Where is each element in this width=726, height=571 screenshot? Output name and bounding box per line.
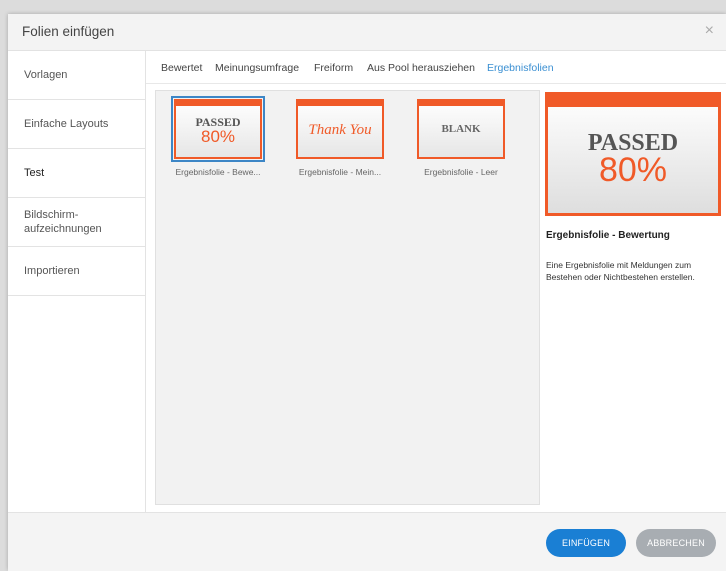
sidebar-item-label: Einfache Layouts [24, 118, 109, 130]
thumbnail-art-text: 80% [200, 127, 236, 146]
thumbnail-caption: Ergebnisfolie - Leer [424, 167, 498, 177]
slide-type-tabs: Bewertet Meinungsumfrage Freiform Aus Po… [146, 51, 726, 84]
sidebar-item-label: Vorlagen [24, 69, 68, 81]
sidebar-item-label: Test [24, 167, 45, 179]
thumbnail-thank-you[interactable]: Thank You Ergebnisfolie - Mein... [286, 99, 394, 177]
insert-button[interactable]: EINFÜGEN [546, 529, 626, 557]
sidebar-item-einfache-layouts[interactable]: Einfache Layouts [8, 100, 145, 149]
dialog-title: Folien einfügen [22, 24, 115, 39]
tab-freiform[interactable]: Freiform [314, 62, 353, 74]
preview-title: Ergebnisfolie - Bewertung [546, 230, 670, 241]
sidebar-item-importieren[interactable]: Importieren [8, 247, 145, 296]
thumbnail-passed[interactable]: PASSED 80% Ergebnisfolie - Bewe... [164, 96, 272, 177]
thumbnail-caption: Ergebnisfolie - Mein... [298, 167, 382, 177]
category-sidebar: Vorlagen Einfache Layouts Test Bildschir… [8, 51, 146, 512]
thumbnail-caption: Ergebnisfolie - Bewe... [175, 167, 261, 177]
tab-meinungsumfrage[interactable]: Meinungsumfrage [215, 62, 299, 74]
thumbnail-header-bar [176, 101, 260, 106]
slide-thumbnail-gallery: PASSED 80% Ergebnisfolie - Bewe... Thank… [155, 90, 540, 505]
tab-bewertet[interactable]: Bewertet [161, 62, 202, 74]
thumbnail-image: BLANK [417, 99, 505, 159]
sidebar-item-label: Importieren [24, 265, 80, 277]
thumbnail-image: Thank You [296, 99, 384, 159]
thumbnail-header-bar [419, 101, 503, 106]
close-icon[interactable]: × [705, 22, 714, 40]
insert-slides-dialog: Folien einfügen × Vorlagen Einfache Layo… [8, 14, 726, 571]
dialog-title-bar: Folien einfügen × [8, 14, 726, 51]
dialog-footer: EINFÜGEN ABBRECHEN [8, 512, 726, 571]
tab-ergebnisfolien[interactable]: Ergebnisfolien [487, 62, 554, 74]
thumbnail-art-text: Thank You [308, 122, 372, 138]
thumbnail-art-text: BLANK [441, 123, 481, 135]
preview-image: PASSED 80% [545, 92, 721, 216]
preview-header-bar [548, 95, 718, 107]
thumbnail-image: PASSED 80% [171, 96, 265, 162]
thumbnail-blank[interactable]: BLANK Ergebnisfolie - Leer [407, 99, 515, 177]
sidebar-item-bildschirmaufzeichnungen[interactable]: Bildschirm- aufzeichnungen [8, 198, 145, 247]
preview-description: Eine Ergebnisfolie mit Meldungen zum Bes… [546, 260, 695, 282]
sidebar-item-label: Bildschirm- aufzeichnungen [24, 209, 102, 235]
cancel-button[interactable]: ABBRECHEN [636, 529, 716, 557]
preview-art-text: 80% [598, 151, 668, 189]
thumbnail-header-bar [298, 101, 382, 106]
sidebar-item-test[interactable]: Test [8, 149, 145, 198]
tab-aus-pool-herausziehen[interactable]: Aus Pool herausziehen [367, 62, 475, 74]
sidebar-item-vorlagen[interactable]: Vorlagen [8, 51, 145, 100]
